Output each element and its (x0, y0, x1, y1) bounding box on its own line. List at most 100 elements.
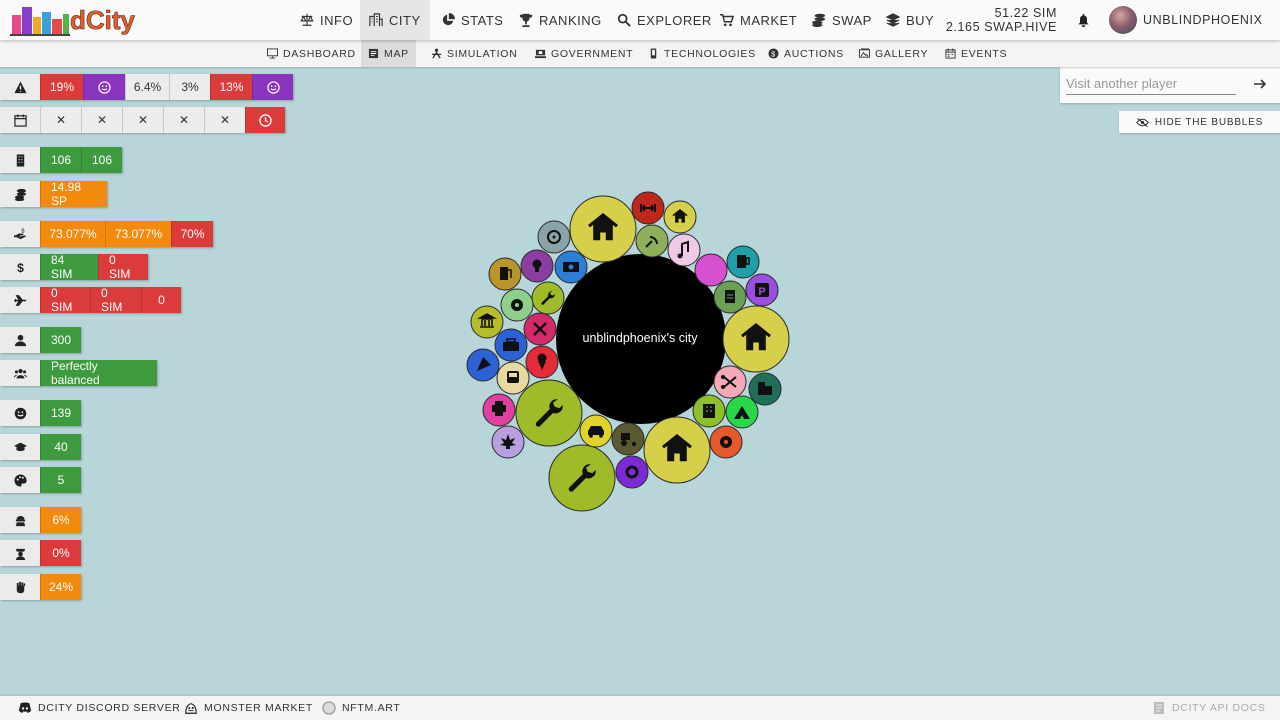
subnav-label: DASHBOARD (283, 47, 356, 60)
nav-buy[interactable]: BUY (877, 0, 943, 40)
nav-stats[interactable]: STATS (432, 0, 512, 40)
nav-city[interactable]: CITY (360, 0, 430, 40)
svg-text:P: P (758, 286, 765, 298)
pizza-bubble[interactable] (466, 348, 500, 382)
nav-market[interactable]: MARKET (711, 0, 806, 40)
subnav-label: SIMULATION (447, 47, 518, 60)
balance-scale-icon (300, 13, 314, 26)
tent-bubble[interactable] (725, 395, 759, 429)
radiation-bubble[interactable] (537, 220, 571, 254)
nftm-icon (322, 701, 336, 715)
music-bubble[interactable] (667, 233, 701, 267)
nav-ranking[interactable]: RANKING (510, 0, 611, 40)
monitor-icon (267, 48, 278, 59)
fan-bubble[interactable] (523, 312, 557, 346)
dcity-logo[interactable]: dCity (10, 3, 150, 37)
monster-market-link[interactable]: MONSTER MARKET (184, 696, 313, 720)
monster-icon (185, 703, 197, 714)
building-bubble[interactable] (692, 394, 726, 428)
subnav-simulation[interactable]: SIMULATION (424, 40, 524, 67)
gear-bubble[interactable] (615, 455, 649, 489)
nav-swap[interactable]: SWAP (803, 0, 881, 40)
clipboard-bubble[interactable] (713, 280, 747, 314)
leaf-bubble[interactable] (491, 425, 525, 459)
swap-hive-balance: 2.165 SWAP.HIVE (945, 20, 1057, 34)
city-name-label: unblindphoenix's city (582, 331, 698, 345)
radiation2-bubble[interactable] (500, 288, 534, 322)
search-icon (617, 13, 631, 27)
wrench-bubble[interactable] (548, 444, 616, 512)
ball-bubble[interactable] (709, 425, 743, 459)
sub-navbar: DASHBOARD MAP SIMULATION GOVERNMENT TECH… (0, 40, 1280, 67)
house-bubble[interactable] (643, 416, 711, 484)
footer-label: MONSTER MARKET (204, 702, 313, 714)
house-bubble[interactable] (569, 195, 637, 263)
money-bubble[interactable] (554, 250, 588, 284)
nftm-link[interactable]: NFTM.ART (322, 696, 401, 720)
subnav-label: AUCTIONS (784, 47, 844, 60)
auction-icon: $ (768, 48, 779, 59)
map-icon (368, 48, 379, 59)
dumbbell-bubble[interactable] (631, 191, 665, 225)
office-bubble[interactable] (748, 372, 782, 406)
city-icon (369, 13, 383, 27)
nav-explorer[interactable]: EXPLORER (608, 0, 721, 40)
subnav-map[interactable]: MAP (361, 40, 416, 67)
api-docs-link[interactable]: DCITY API DOCS (1152, 696, 1266, 720)
wallet-balances: 51.22 SIM 2.165 SWAP.HIVE (946, 6, 1057, 34)
document-icon (1154, 702, 1164, 714)
username[interactable]: UNBLINDPHOENIX (1143, 13, 1263, 27)
subnav-auctions[interactable]: $ AUCTIONS (761, 40, 851, 67)
printer-bubble[interactable] (482, 393, 516, 427)
car-bubble[interactable] (579, 414, 613, 448)
small-house-bubble[interactable] (663, 200, 697, 234)
svg-text:$: $ (771, 49, 776, 58)
scissors-bubble[interactable] (713, 365, 747, 399)
subnav-events[interactable]: EVENTS (938, 40, 1014, 67)
layers-icon (886, 13, 900, 27)
bank-bubble[interactable] (470, 305, 504, 339)
city-bubbles-map: P (466, 191, 790, 512)
discord-link[interactable]: DCITY DISCORD SERVER (18, 696, 181, 720)
footer: DCITY DISCORD SERVER MONSTER MARKET NFTM… (0, 696, 1280, 720)
nav-label: SWAP (832, 12, 872, 28)
bell-icon[interactable] (1077, 13, 1090, 27)
fuel-bubble[interactable] (488, 257, 522, 291)
nav-label: RANKING (539, 12, 602, 28)
simulation-icon (431, 48, 442, 59)
trophy-icon (519, 13, 533, 27)
icecream-bubble[interactable] (525, 345, 559, 379)
beer-bubble[interactable] (726, 245, 760, 279)
tools-bubble[interactable] (531, 281, 565, 315)
coins-icon (812, 13, 826, 27)
parking-bubble[interactable]: P (745, 273, 779, 307)
pink-bubble[interactable] (694, 253, 728, 287)
bulb-bubble[interactable] (520, 249, 554, 283)
satellite-bubble[interactable] (635, 224, 669, 258)
bus-bubble[interactable] (496, 361, 530, 395)
tractor-bubble[interactable] (611, 422, 645, 456)
nav-label: EXPLORER (637, 12, 712, 28)
nav-label: MARKET (740, 12, 798, 28)
house-bubble[interactable] (722, 305, 790, 373)
pie-chart-icon (442, 13, 455, 26)
subnav-label: EVENTS (961, 47, 1008, 60)
nav-label: STATS (461, 12, 504, 28)
subnav-label: GOVERNMENT (551, 47, 634, 60)
cart-icon (720, 14, 734, 27)
subnav-gallery[interactable]: GALLERY (852, 40, 935, 67)
avatar[interactable] (1109, 6, 1137, 34)
nav-label: INFO (320, 12, 354, 28)
toolbox-bubble[interactable] (494, 328, 528, 362)
city-skyline-icon: dCity (10, 5, 136, 36)
calendar-icon (945, 48, 956, 59)
subnav-government[interactable]: GOVERNMENT (528, 40, 640, 67)
footer-label: DCITY DISCORD SERVER (38, 702, 181, 714)
government-icon (535, 49, 546, 59)
sim-balance: 51.22 SIM (994, 6, 1057, 20)
subnav-technologies[interactable]: TECHNOLOGIES (641, 40, 763, 67)
wrench-bubble[interactable] (515, 379, 583, 447)
top-navbar: dCity INFO CITY STATS RANKING EXPLORER M… (0, 0, 1280, 40)
nav-info[interactable]: INFO (291, 0, 362, 40)
subnav-dashboard[interactable]: DASHBOARD (260, 40, 363, 67)
